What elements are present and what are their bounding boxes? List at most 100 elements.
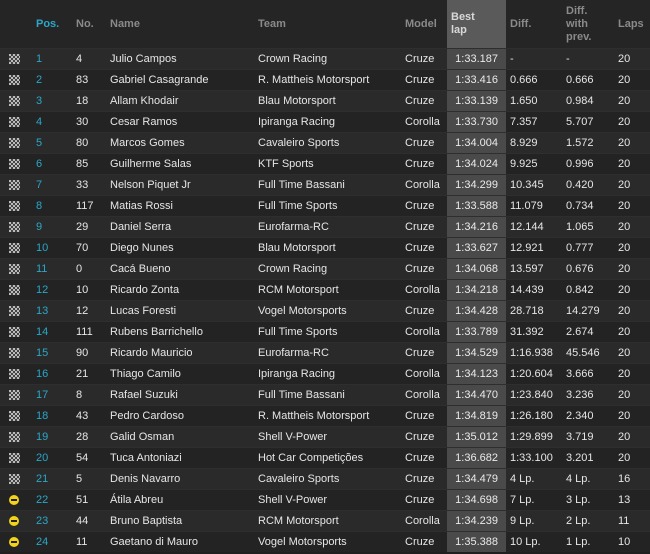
laps-cell: 16 xyxy=(614,468,650,490)
checkered-flag-icon xyxy=(9,285,20,296)
best-lap-cell: 1:34.123 xyxy=(447,363,506,385)
laps-cell: 20 xyxy=(614,195,650,217)
driver-name-cell: Ricardo Mauricio xyxy=(106,342,254,364)
car-number-cell: 8 xyxy=(72,384,106,406)
best-lap-cell: 1:33.139 xyxy=(447,90,506,112)
table-row[interactable]: 21 5 Denis Navarro Cavaleiro Sports Cruze 1:3… xyxy=(0,468,650,490)
status-cell xyxy=(0,468,32,490)
team-cell: R. Mattheis Motorsport xyxy=(254,69,401,91)
diff-cell: 12.921 xyxy=(506,237,562,259)
diff-prev-cell: 0.984 xyxy=(562,90,614,112)
table-row[interactable]: 3 18 Allam Khodair Blau Motorsport Cruze 1:33… xyxy=(0,90,650,112)
team-cell: Full Time Sports xyxy=(254,321,401,343)
team-cell: Blau Motorsport xyxy=(254,237,401,259)
table-row[interactable]: 12 10 Ricardo Zonta RCM Motorsport Corolla 1:… xyxy=(0,279,650,301)
driver-name-cell: Denis Navarro xyxy=(106,468,254,490)
status-cell xyxy=(0,153,32,175)
table-row[interactable]: 16 21 Thiago Camilo Ipiranga Racing Corolla 1… xyxy=(0,363,650,385)
driver-name-cell: Marcos Gomes xyxy=(106,132,254,154)
best-lap-cell: 1:33.187 xyxy=(447,48,506,70)
table-row[interactable]: 19 28 Galid Osman Shell V-Power Cruze 1:35.01… xyxy=(0,426,650,448)
checkered-flag-icon xyxy=(9,411,20,422)
team-cell: Ipiranga Racing xyxy=(254,363,401,385)
car-number-cell: 54 xyxy=(72,447,106,469)
laps-cell: 20 xyxy=(614,321,650,343)
laps-cell: 20 xyxy=(614,300,650,322)
table-row[interactable]: 14 111 Rubens Barrichello Full Time Sports C… xyxy=(0,321,650,343)
header-position[interactable]: Pos. xyxy=(32,0,72,49)
table-row[interactable]: 2 83 Gabriel Casagrande R. Mattheis Motorsp… xyxy=(0,69,650,91)
best-lap-cell: 1:33.588 xyxy=(447,195,506,217)
diff-cell: 7 Lp. xyxy=(506,489,562,511)
table-row[interactable]: 4 30 Cesar Ramos Ipiranga Racing Corolla 1:33… xyxy=(0,111,650,133)
car-number-cell: 51 xyxy=(72,489,106,511)
table-row[interactable]: 1 4 Julio Campos Crown Racing Cruze 1:33.187-… xyxy=(0,48,650,70)
header-best-lap[interactable]: Best lap xyxy=(447,0,506,49)
header-name[interactable]: Name xyxy=(106,0,254,49)
header-model[interactable]: Model xyxy=(401,0,447,49)
table-row[interactable]: 22 51 Átila Abreu Shell V-Power Cruze 1:34.69… xyxy=(0,489,650,511)
laps-cell: 20 xyxy=(614,153,650,175)
laps-cell: 10 xyxy=(614,531,650,552)
car-number-cell: 90 xyxy=(72,342,106,364)
diff-cell: 1.650 xyxy=(506,90,562,112)
team-cell: Full Time Sports xyxy=(254,195,401,217)
table-header: Pos. No. Name Team Model Best lap Diff. D… xyxy=(0,0,650,49)
model-cell: Cruze xyxy=(401,48,447,70)
position-cell: 14 xyxy=(32,321,72,343)
team-cell: Eurofarma-RC xyxy=(254,216,401,238)
table-row[interactable]: 17 8 Rafael Suzuki Full Time Bassani Corolla… xyxy=(0,384,650,406)
status-cell xyxy=(0,174,32,196)
laps-cell: 13 xyxy=(614,489,650,511)
table-row[interactable]: 6 85 Guilherme Salas KTF Sports Cruze 1:34.02… xyxy=(0,153,650,175)
laps-cell: 20 xyxy=(614,111,650,133)
header-number[interactable]: No. xyxy=(72,0,106,49)
best-lap-cell: 1:34.299 xyxy=(447,174,506,196)
table-row[interactable]: 13 12 Lucas Foresti Vogel Motorsports Cruze 1… xyxy=(0,300,650,322)
laps-cell: 20 xyxy=(614,69,650,91)
checkered-flag-icon xyxy=(9,75,20,86)
driver-name-cell: Bruno Baptista xyxy=(106,510,254,532)
model-cell: Cruze xyxy=(401,405,447,427)
position-cell: 1 xyxy=(32,48,72,70)
table-row[interactable]: 24 11 Gaetano di Mauro Vogel Motorsports Cru… xyxy=(0,531,650,552)
car-number-cell: 4 xyxy=(72,48,106,70)
position-cell: 12 xyxy=(32,279,72,301)
driver-name-cell: Cacá Bueno xyxy=(106,258,254,280)
status-cell xyxy=(0,237,32,259)
team-cell: Full Time Bassani xyxy=(254,174,401,196)
table-row[interactable]: 9 29 Daniel Serra Eurofarma-RC Cruze 1:34.216… xyxy=(0,216,650,238)
table-row[interactable]: 20 54 Tuca Antoniazi Hot Car Competições Cru… xyxy=(0,447,650,469)
team-cell: Crown Racing xyxy=(254,48,401,70)
team-cell: Blau Motorsport xyxy=(254,90,401,112)
checkered-flag-icon xyxy=(9,243,20,254)
header-diff[interactable]: Diff. xyxy=(506,0,562,49)
table-row[interactable]: 23 44 Bruno Baptista RCM Motorsport Corolla 1… xyxy=(0,510,650,532)
status-cell xyxy=(0,69,32,91)
diff-cell: - xyxy=(506,48,562,70)
checkered-flag-icon xyxy=(9,474,20,485)
position-cell: 2 xyxy=(32,69,72,91)
table-row[interactable]: 8 117 Matias Rossi Full Time Sports Cruze 1:3… xyxy=(0,195,650,217)
model-cell: Cruze xyxy=(401,468,447,490)
status-cell xyxy=(0,489,32,511)
team-cell: R. Mattheis Motorsport xyxy=(254,405,401,427)
table-row[interactable]: 18 43 Pedro Cardoso R. Mattheis Motorsport C… xyxy=(0,405,650,427)
car-number-cell: 10 xyxy=(72,279,106,301)
header-laps[interactable]: Laps xyxy=(614,0,650,49)
header-diff-prev[interactable]: Diff. with prev. xyxy=(562,0,614,49)
table-row[interactable]: 11 0 Cacá Bueno Crown Racing Cruze 1:34.068 13… xyxy=(0,258,650,280)
driver-name-cell: Cesar Ramos xyxy=(106,111,254,133)
driver-name-cell: Gabriel Casagrande xyxy=(106,69,254,91)
best-lap-cell: 1:35.012 xyxy=(447,426,506,448)
table-row[interactable]: 7 33 Nelson Piquet Jr Full Time Bassani Coro… xyxy=(0,174,650,196)
table-row[interactable]: 5 80 Marcos Gomes Cavaleiro Sports Cruze 1:34… xyxy=(0,132,650,154)
best-lap-cell: 1:34.428 xyxy=(447,300,506,322)
best-lap-cell: 1:33.789 xyxy=(447,321,506,343)
table-row[interactable]: 10 70 Diego Nunes Blau Motorsport Cruze 1:33.… xyxy=(0,237,650,259)
header-team[interactable]: Team xyxy=(254,0,401,49)
table-row[interactable]: 15 90 Ricardo Mauricio Eurofarma-RC Cruze 1:3… xyxy=(0,342,650,364)
car-number-cell: 80 xyxy=(72,132,106,154)
diff-cell: 1:20.604 xyxy=(506,363,562,385)
team-cell: KTF Sports xyxy=(254,153,401,175)
